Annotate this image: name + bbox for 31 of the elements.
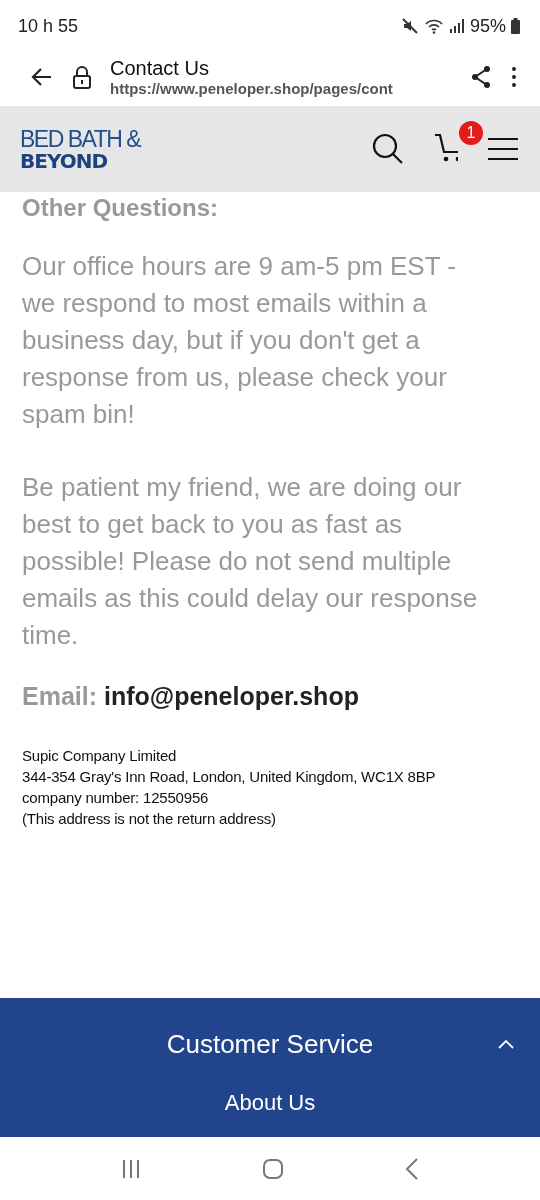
lock-icon[interactable] bbox=[72, 65, 92, 89]
url-text[interactable]: https://www.peneloper.shop/pages/cont bbox=[110, 80, 452, 97]
email-label: Email: bbox=[22, 682, 98, 710]
address-line: 344-354 Gray's Inn Road, London, United Kingdom, WC1X 8BP bbox=[22, 767, 436, 787]
address-line: (This address is not the return address) bbox=[22, 809, 276, 829]
more-icon[interactable] bbox=[510, 65, 518, 89]
recent-apps-icon[interactable] bbox=[120, 1158, 141, 1179]
section-heading: Other Questions: bbox=[22, 194, 220, 222]
mute-icon bbox=[400, 17, 419, 35]
footer-link[interactable]: About Us bbox=[224, 1090, 316, 1116]
cart-count-badge: 1 bbox=[459, 121, 483, 145]
wifi-icon bbox=[423, 17, 444, 35]
back-icon[interactable] bbox=[405, 1157, 420, 1180]
address-line: Supic Company Limited bbox=[22, 746, 177, 766]
search-icon[interactable] bbox=[372, 133, 404, 165]
footer-section-header[interactable]: Customer Service bbox=[0, 998, 540, 1090]
menu-icon[interactable] bbox=[488, 137, 518, 161]
share-icon[interactable] bbox=[470, 65, 492, 89]
paragraph: Be patient my friend, we are doing our best to get back to you as fast as possible! Please do not send multiple emails as this could delay our response time. bbox=[22, 471, 479, 652]
status-time: 10 h 55 bbox=[18, 15, 79, 37]
battery-percent: 95% bbox=[469, 15, 506, 37]
email-address: info@peneloper.shop bbox=[104, 682, 359, 710]
logo[interactable]: BED BATH & BEYOND bbox=[20, 127, 141, 171]
cart-icon[interactable] bbox=[434, 131, 458, 163]
address-line: company number: 12550956 bbox=[22, 788, 209, 808]
home-icon[interactable] bbox=[262, 1157, 284, 1180]
battery-icon bbox=[511, 18, 520, 34]
page-title: Contact Us bbox=[110, 57, 210, 80]
paragraph: Our office hours are 9 am-5 pm EST - we respond to most emails within a business day, but if you don't get a response from us, please check your spam bin! bbox=[22, 250, 457, 431]
signal-icon bbox=[448, 18, 465, 34]
chevron-icon bbox=[498, 1039, 514, 1049]
